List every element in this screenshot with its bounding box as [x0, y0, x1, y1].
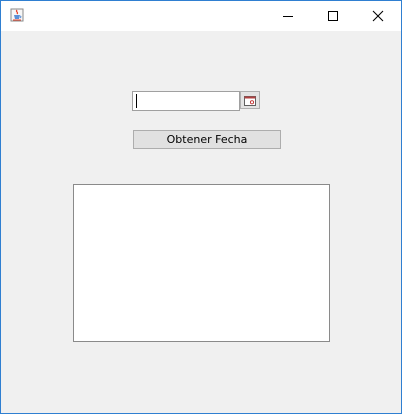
- java-coffee-cup-icon: [9, 7, 25, 23]
- text-caret: [136, 94, 137, 108]
- calendar-button[interactable]: [240, 91, 260, 109]
- maximize-button[interactable]: [310, 1, 355, 31]
- date-input[interactable]: [132, 91, 240, 111]
- result-text-area[interactable]: [73, 184, 330, 342]
- minimize-icon: [282, 7, 294, 26]
- calendar-icon: [244, 91, 256, 110]
- get-date-button[interactable]: Obtener Fecha: [133, 130, 281, 149]
- maximize-icon: [327, 7, 339, 26]
- close-button[interactable]: [355, 1, 400, 31]
- close-icon: [372, 7, 384, 26]
- title-bar[interactable]: [1, 1, 401, 31]
- application-window: Obtener Fecha: [0, 0, 402, 414]
- minimize-button[interactable]: [265, 1, 310, 31]
